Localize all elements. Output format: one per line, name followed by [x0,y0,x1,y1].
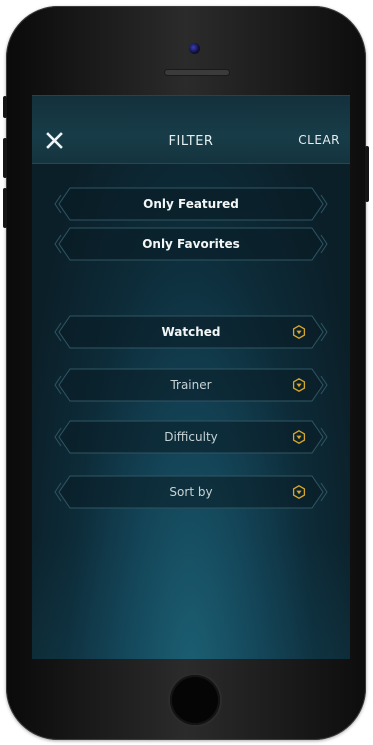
difficulty-label: Difficulty [164,430,218,444]
chevron-down-icon [292,325,306,339]
only-favorites-toggle[interactable]: Only Favorites [52,227,330,261]
trainer-dropdown[interactable]: Trainer [52,368,330,402]
header-top-line [32,95,350,96]
clear-button[interactable]: CLEAR [298,133,340,147]
sort-by-dropdown[interactable]: Sort by [52,475,330,509]
chevron-down-icon [292,378,306,392]
front-camera [189,43,200,54]
sort-by-label: Sort by [169,485,213,499]
trainer-label: Trainer [170,378,212,392]
chevron-down-icon [292,485,306,499]
watched-dropdown[interactable]: Watched [52,315,330,349]
mute-switch [3,96,7,118]
earpiece-speaker [165,70,229,75]
chevron-down-icon [292,430,306,444]
watched-label: Watched [161,325,221,339]
only-featured-label: Only Featured [143,197,239,211]
only-favorites-label: Only Favorites [142,237,240,251]
only-featured-toggle[interactable]: Only Featured [52,187,330,221]
background-glow [32,539,350,659]
difficulty-dropdown[interactable]: Difficulty [52,420,330,454]
app-screen: FILTER CLEAR Only Featured Only Favorite… [32,95,350,659]
power-button [365,146,369,202]
home-button[interactable] [170,675,220,725]
volume-down-button [3,188,7,228]
volume-up-button [3,138,7,178]
filter-header: FILTER CLEAR [32,95,350,164]
